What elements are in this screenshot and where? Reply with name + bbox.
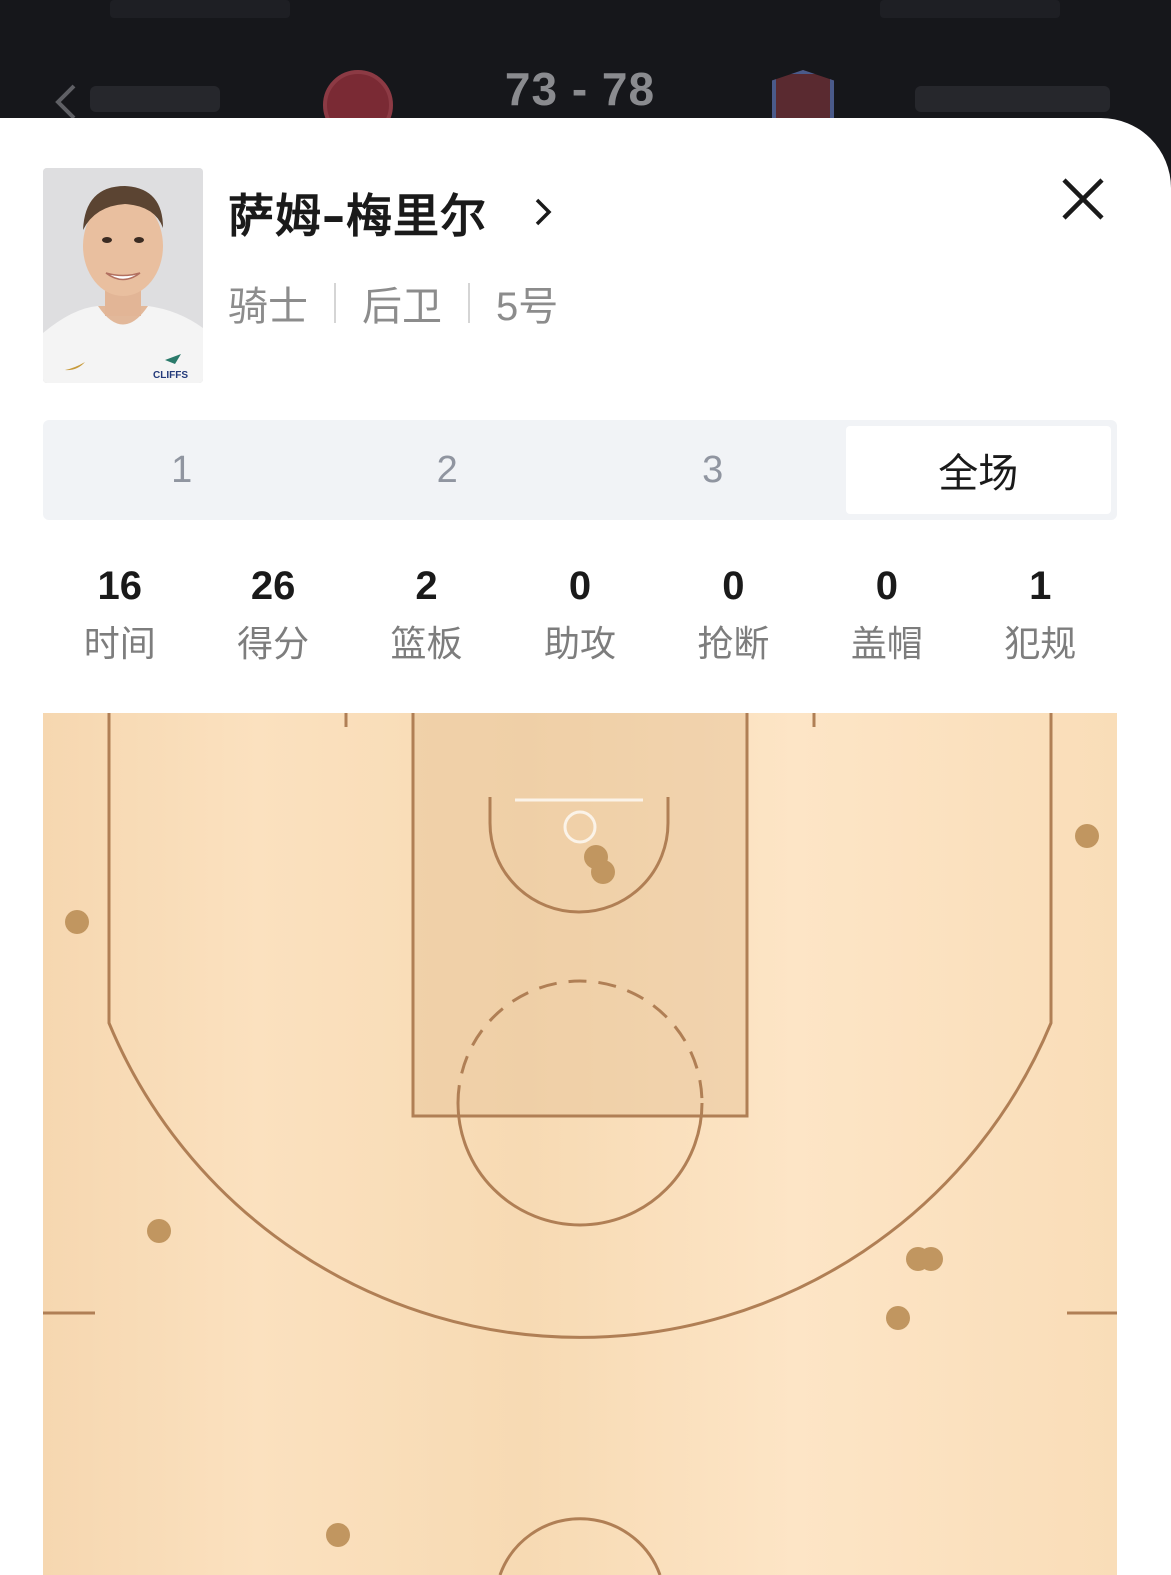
jersey-sponsor-text: CLIFFS	[153, 370, 188, 381]
stat-value: 1	[1029, 564, 1052, 608]
free-throw-circle-solid	[456, 1102, 704, 1227]
court-paint	[411, 713, 749, 1118]
shot-marker	[886, 1306, 910, 1330]
court-svg	[43, 713, 1117, 1575]
header-blurred-text	[880, 0, 1060, 18]
meta-divider	[468, 283, 470, 323]
tab-period-3[interactable]: 3	[580, 426, 846, 514]
player-photo: CLIFFS	[43, 168, 203, 383]
chevron-right-icon[interactable]	[532, 194, 554, 230]
tab-period-2[interactable]: 2	[315, 426, 581, 514]
stat-assists: 0 助攻	[503, 558, 656, 678]
shot-marker	[65, 910, 89, 934]
stat-value: 26	[250, 564, 296, 608]
stat-label: 抢断	[697, 624, 770, 665]
stat-minutes: 16 时间	[43, 558, 196, 678]
stat-value: 2	[415, 564, 438, 608]
stat-label: 时间	[83, 624, 156, 665]
meta-divider	[334, 283, 336, 323]
stat-value: 0	[722, 564, 745, 608]
home-team-name	[90, 86, 220, 112]
away-team-name	[915, 86, 1110, 112]
tab-period-1[interactable]: 1	[49, 426, 315, 514]
shot-marker	[147, 1219, 171, 1243]
stat-label: 助攻	[543, 624, 616, 665]
stat-fouls: 1 犯规	[964, 558, 1117, 678]
game-score: 73 - 78	[504, 63, 656, 115]
shot-marker	[1075, 824, 1099, 848]
shot-marker	[919, 1247, 943, 1271]
period-tabs: 1 2 3 全场	[43, 420, 1117, 520]
stat-label: 得分	[237, 624, 310, 665]
stat-value: 0	[568, 564, 592, 608]
header-blurred-text	[110, 0, 290, 18]
stats-row: 16 时间 26 得分 2 篮板 0 助攻 0 抢断 0 盖帽 1 犯规	[43, 558, 1117, 678]
stat-value: 0	[875, 564, 898, 608]
player-number: 5号	[496, 285, 559, 329]
player-name[interactable]: 萨姆–梅里尔	[228, 180, 487, 246]
stat-label: 盖帽	[850, 624, 923, 665]
close-icon[interactable]	[1060, 176, 1106, 222]
player-detail-sheet: CLIFFS 萨姆–梅里尔 骑士 后卫 5号 1 2 3 全场 16 时间 26…	[0, 118, 1171, 1575]
stat-rebounds: 2 篮板	[350, 558, 503, 678]
tab-full-game[interactable]: 全场	[845, 426, 1111, 514]
stat-blocks: 0 盖帽	[810, 558, 963, 678]
shot-marker	[326, 1523, 350, 1547]
player-position: 后卫	[362, 284, 442, 330]
center-circle	[498, 1517, 662, 1575]
shot-marker	[591, 860, 615, 884]
back-icon[interactable]	[52, 82, 82, 122]
shot-chart-court	[43, 713, 1117, 1575]
stat-points: 26 得分	[196, 558, 349, 678]
game-header: 73 - 78	[0, 0, 1171, 140]
stat-value: 16	[97, 564, 142, 608]
player-meta: 骑士 后卫 5号	[228, 278, 558, 330]
player-team: 骑士	[228, 284, 308, 330]
stat-steals: 0 抢断	[657, 558, 810, 678]
stat-label: 篮板	[390, 624, 463, 665]
stat-label: 犯规	[1004, 624, 1077, 665]
